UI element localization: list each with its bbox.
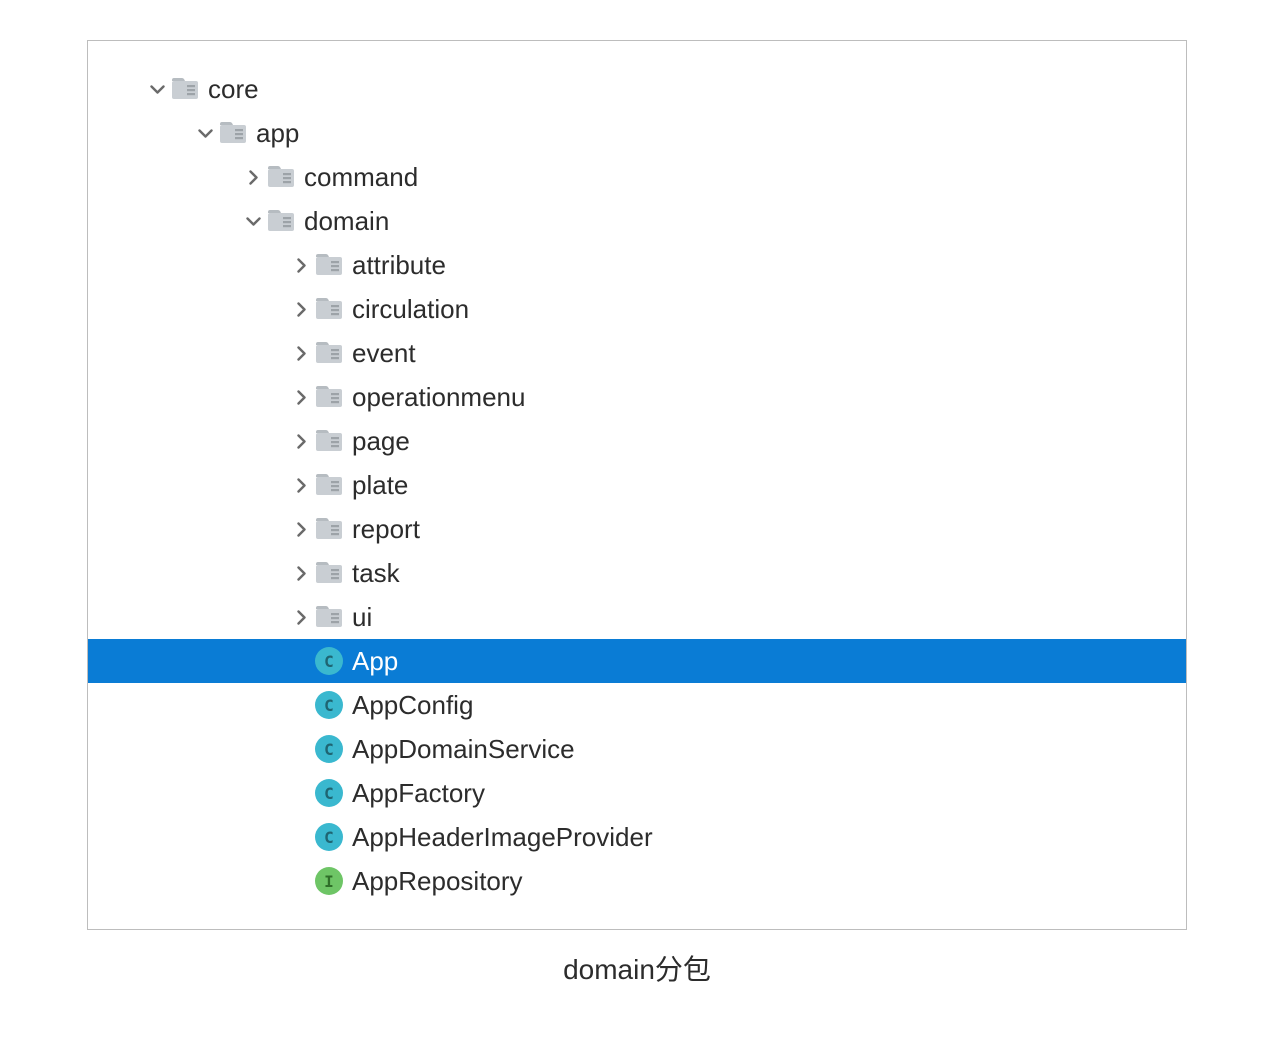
- tree-item-label: operationmenu: [352, 382, 525, 413]
- tree-item-label: App: [352, 646, 398, 677]
- tree-row[interactable]: ui: [88, 595, 1186, 639]
- tree-row[interactable]: operationmenu: [88, 375, 1186, 419]
- tree-row[interactable]: circulation: [88, 287, 1186, 331]
- tree-item-label: report: [352, 514, 420, 545]
- tree-row[interactable]: core: [88, 67, 1186, 111]
- chevron-down-icon[interactable]: [240, 214, 266, 229]
- chevron-right-icon[interactable]: [288, 302, 314, 317]
- tree-item-label: AppDomainService: [352, 734, 575, 765]
- tree-row[interactable]: page: [88, 419, 1186, 463]
- folder-icon: [314, 558, 344, 588]
- chevron-down-icon[interactable]: [192, 126, 218, 141]
- tree-row[interactable]: event: [88, 331, 1186, 375]
- project-tree-panel: core appcommand domain attribute circulation…: [87, 40, 1187, 930]
- chevron-right-icon[interactable]: [288, 478, 314, 493]
- figure-caption: domain分包: [87, 948, 1187, 988]
- tree-item-label: page: [352, 426, 410, 457]
- interface-icon: I: [314, 866, 344, 896]
- tree-item-label: AppFactory: [352, 778, 485, 809]
- tree-row[interactable]: attribute: [88, 243, 1186, 287]
- folder-icon: [314, 514, 344, 544]
- tree-item-label: core: [208, 74, 259, 105]
- tree-item-label: command: [304, 162, 418, 193]
- chevron-right-icon[interactable]: [288, 566, 314, 581]
- tree-row[interactable]: C AppHeaderImageProvider: [88, 815, 1186, 859]
- folder-icon: [266, 206, 296, 236]
- tree-row[interactable]: command: [88, 155, 1186, 199]
- tree-item-label: domain: [304, 206, 389, 237]
- chevron-right-icon[interactable]: [240, 170, 266, 185]
- file-tree: core appcommand domain attribute circulation…: [88, 67, 1186, 903]
- tree-row[interactable]: C App: [88, 639, 1186, 683]
- chevron-right-icon[interactable]: [288, 522, 314, 537]
- folder-icon: [314, 250, 344, 280]
- tree-item-label: task: [352, 558, 400, 589]
- tree-row[interactable]: task: [88, 551, 1186, 595]
- tree-item-label: event: [352, 338, 416, 369]
- folder-icon: [314, 338, 344, 368]
- chevron-right-icon[interactable]: [288, 258, 314, 273]
- folder-icon: [170, 74, 200, 104]
- tree-item-label: AppHeaderImageProvider: [352, 822, 653, 853]
- tree-row[interactable]: app: [88, 111, 1186, 155]
- chevron-right-icon[interactable]: [288, 346, 314, 361]
- class-icon: C: [314, 822, 344, 852]
- chevron-right-icon[interactable]: [288, 610, 314, 625]
- tree-item-label: circulation: [352, 294, 469, 325]
- folder-icon: [266, 162, 296, 192]
- tree-row[interactable]: C AppDomainService: [88, 727, 1186, 771]
- tree-item-label: AppConfig: [352, 690, 473, 721]
- folder-icon: [314, 470, 344, 500]
- folder-icon: [218, 118, 248, 148]
- folder-icon: [314, 426, 344, 456]
- tree-row[interactable]: domain: [88, 199, 1186, 243]
- tree-row[interactable]: I AppRepository: [88, 859, 1186, 903]
- folder-icon: [314, 382, 344, 412]
- tree-item-label: plate: [352, 470, 408, 501]
- chevron-down-icon[interactable]: [144, 82, 170, 97]
- class-icon: C: [314, 778, 344, 808]
- chevron-right-icon[interactable]: [288, 434, 314, 449]
- chevron-right-icon[interactable]: [288, 390, 314, 405]
- class-icon: C: [314, 690, 344, 720]
- tree-row[interactable]: C AppFactory: [88, 771, 1186, 815]
- tree-item-label: ui: [352, 602, 372, 633]
- folder-icon: [314, 602, 344, 632]
- tree-row[interactable]: C AppConfig: [88, 683, 1186, 727]
- class-icon: C: [314, 646, 344, 676]
- tree-item-label: app: [256, 118, 299, 149]
- tree-row[interactable]: report: [88, 507, 1186, 551]
- class-icon: C: [314, 734, 344, 764]
- tree-row[interactable]: plate: [88, 463, 1186, 507]
- tree-item-label: attribute: [352, 250, 446, 281]
- folder-icon: [314, 294, 344, 324]
- tree-item-label: AppRepository: [352, 866, 523, 897]
